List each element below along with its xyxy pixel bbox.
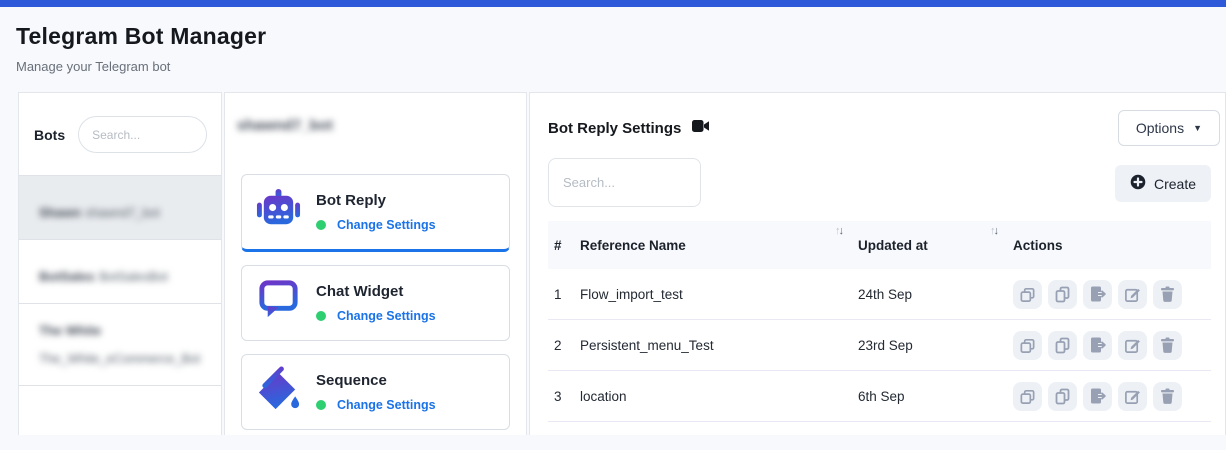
status-dot-icon [316,311,326,321]
bot-name: The White [39,323,101,338]
export-action-button[interactable] [1083,280,1112,309]
row-number: 1 [548,287,574,302]
paint-bucket-icon [255,366,302,418]
bot-modules-panel: shawnd7_bot [224,92,527,435]
settings-title: Bot Reply Settings [548,120,681,137]
duplicate-action-button[interactable] [1013,331,1042,360]
bot-reply-settings-panel: Bot Reply Settings Options ▼ [529,92,1226,435]
change-settings-link[interactable]: Change Settings [337,218,436,232]
table-row: 1 Flow_import_test 24th Sep [548,269,1211,320]
row-actions [1007,382,1211,411]
module-card-body: Bot Reply Change Settings [316,192,436,232]
edit-action-button[interactable] [1118,331,1147,360]
copy-action-button[interactable] [1048,280,1077,309]
module-card-title: Chat Widget [316,283,436,300]
robot-icon [255,186,302,238]
updated-at-cell: 6th Sep [852,389,1007,404]
sort-icon[interactable]: ↑↓ [990,225,997,237]
column-header-num: # [548,238,574,253]
create-button-label: Create [1154,176,1196,192]
status-dot-icon [316,220,326,230]
bot-name: Shawn [39,205,81,220]
change-settings-link[interactable]: Change Settings [337,398,436,412]
copy-action-button[interactable] [1048,331,1077,360]
table-header-row: # Reference Name ↑↓ Updated at ↑↓ Action… [548,221,1211,269]
table-row: 2 Persistent_menu_Test 23rd Sep [548,320,1211,371]
chat-bubble-icon [255,277,302,329]
bot-reply-table: # Reference Name ↑↓ Updated at ↑↓ Action… [548,221,1211,422]
updated-at-cell: 23rd Sep [852,338,1007,353]
module-card-body: Sequence Change Settings [316,372,436,412]
top-accent-bar [0,0,1226,7]
column-header-reference-name[interactable]: Reference Name ↑↓ [574,238,852,253]
sort-icon[interactable]: ↑↓ [835,225,842,237]
module-card-title: Sequence [316,372,436,389]
delete-action-button[interactable] [1153,382,1182,411]
bot-name: BotSales [39,269,95,284]
module-card-chat-widget[interactable]: Chat Widget Change Settings [241,265,510,341]
copy-action-button[interactable] [1048,382,1077,411]
export-action-button[interactable] [1083,331,1112,360]
module-card-bot-reply[interactable]: Bot Reply Change Settings [241,174,510,252]
bots-search-input[interactable] [78,116,207,153]
video-camera-icon[interactable] [692,119,710,138]
content-area: Bots Shawn shawnd7_bot BotSales BotSales… [0,92,1226,435]
settings-header: Bot Reply Settings Options ▼ [530,93,1225,154]
status-dot-icon [316,400,326,410]
export-action-button[interactable] [1083,382,1112,411]
change-settings-link[interactable]: Change Settings [337,309,436,323]
updated-at-cell: 24th Sep [852,287,1007,302]
bots-panel-header: Bots [19,93,221,175]
settings-toolbar: Create [530,154,1225,219]
bot-list-item[interactable]: BotSales BotSalesBot [19,239,221,303]
bot-list-item[interactable]: Shawn shawnd7_bot [19,175,221,239]
module-card-sequence[interactable]: Sequence Change Settings [241,354,510,430]
page-title: Telegram Bot Manager [16,23,1210,50]
column-header-updated-at[interactable]: Updated at ↑↓ [852,238,1007,253]
page-header: Telegram Bot Manager Manage your Telegra… [0,7,1226,92]
settings-search-input[interactable] [548,158,701,207]
row-number: 2 [548,338,574,353]
options-button-label: Options [1136,120,1184,136]
duplicate-action-button[interactable] [1013,382,1042,411]
row-number: 3 [548,389,574,404]
create-button[interactable]: Create [1115,165,1211,202]
edit-action-button[interactable] [1118,382,1147,411]
page-subtitle: Manage your Telegram bot [16,59,1210,74]
table-row: 3 location 6th Sep [548,371,1211,422]
delete-action-button[interactable] [1153,280,1182,309]
reference-name-cell: location [574,389,852,404]
chevron-down-icon: ▼ [1193,123,1202,133]
bot-list-item[interactable] [19,385,221,421]
bot-username: BotSalesBot [99,270,168,284]
delete-action-button[interactable] [1153,331,1182,360]
bot-username: shawnd7_bot [85,206,159,220]
reference-name-cell: Persistent_menu_Test [574,338,852,353]
module-card-body: Chat Widget Change Settings [316,283,436,323]
plus-circle-icon [1130,174,1146,193]
reference-name-cell: Flow_import_test [574,287,852,302]
module-cards: Bot Reply Change Settings Chat Widget [225,174,526,435]
duplicate-action-button[interactable] [1013,280,1042,309]
bots-panel: Bots Shawn shawnd7_bot BotSales BotSales… [18,92,222,435]
selected-bot-title: shawnd7_bot [237,117,333,134]
bot-username: The_White_eCommerce_Bot [39,352,200,366]
bot-list-item[interactable]: The White The_White_eCommerce_Bot [19,303,221,385]
row-actions [1007,280,1211,309]
column-header-actions: Actions [1007,238,1211,253]
edit-action-button[interactable] [1118,280,1147,309]
bots-label: Bots [34,127,65,143]
module-card-title: Bot Reply [316,192,436,209]
options-button[interactable]: Options ▼ [1118,110,1220,146]
row-actions [1007,331,1211,360]
